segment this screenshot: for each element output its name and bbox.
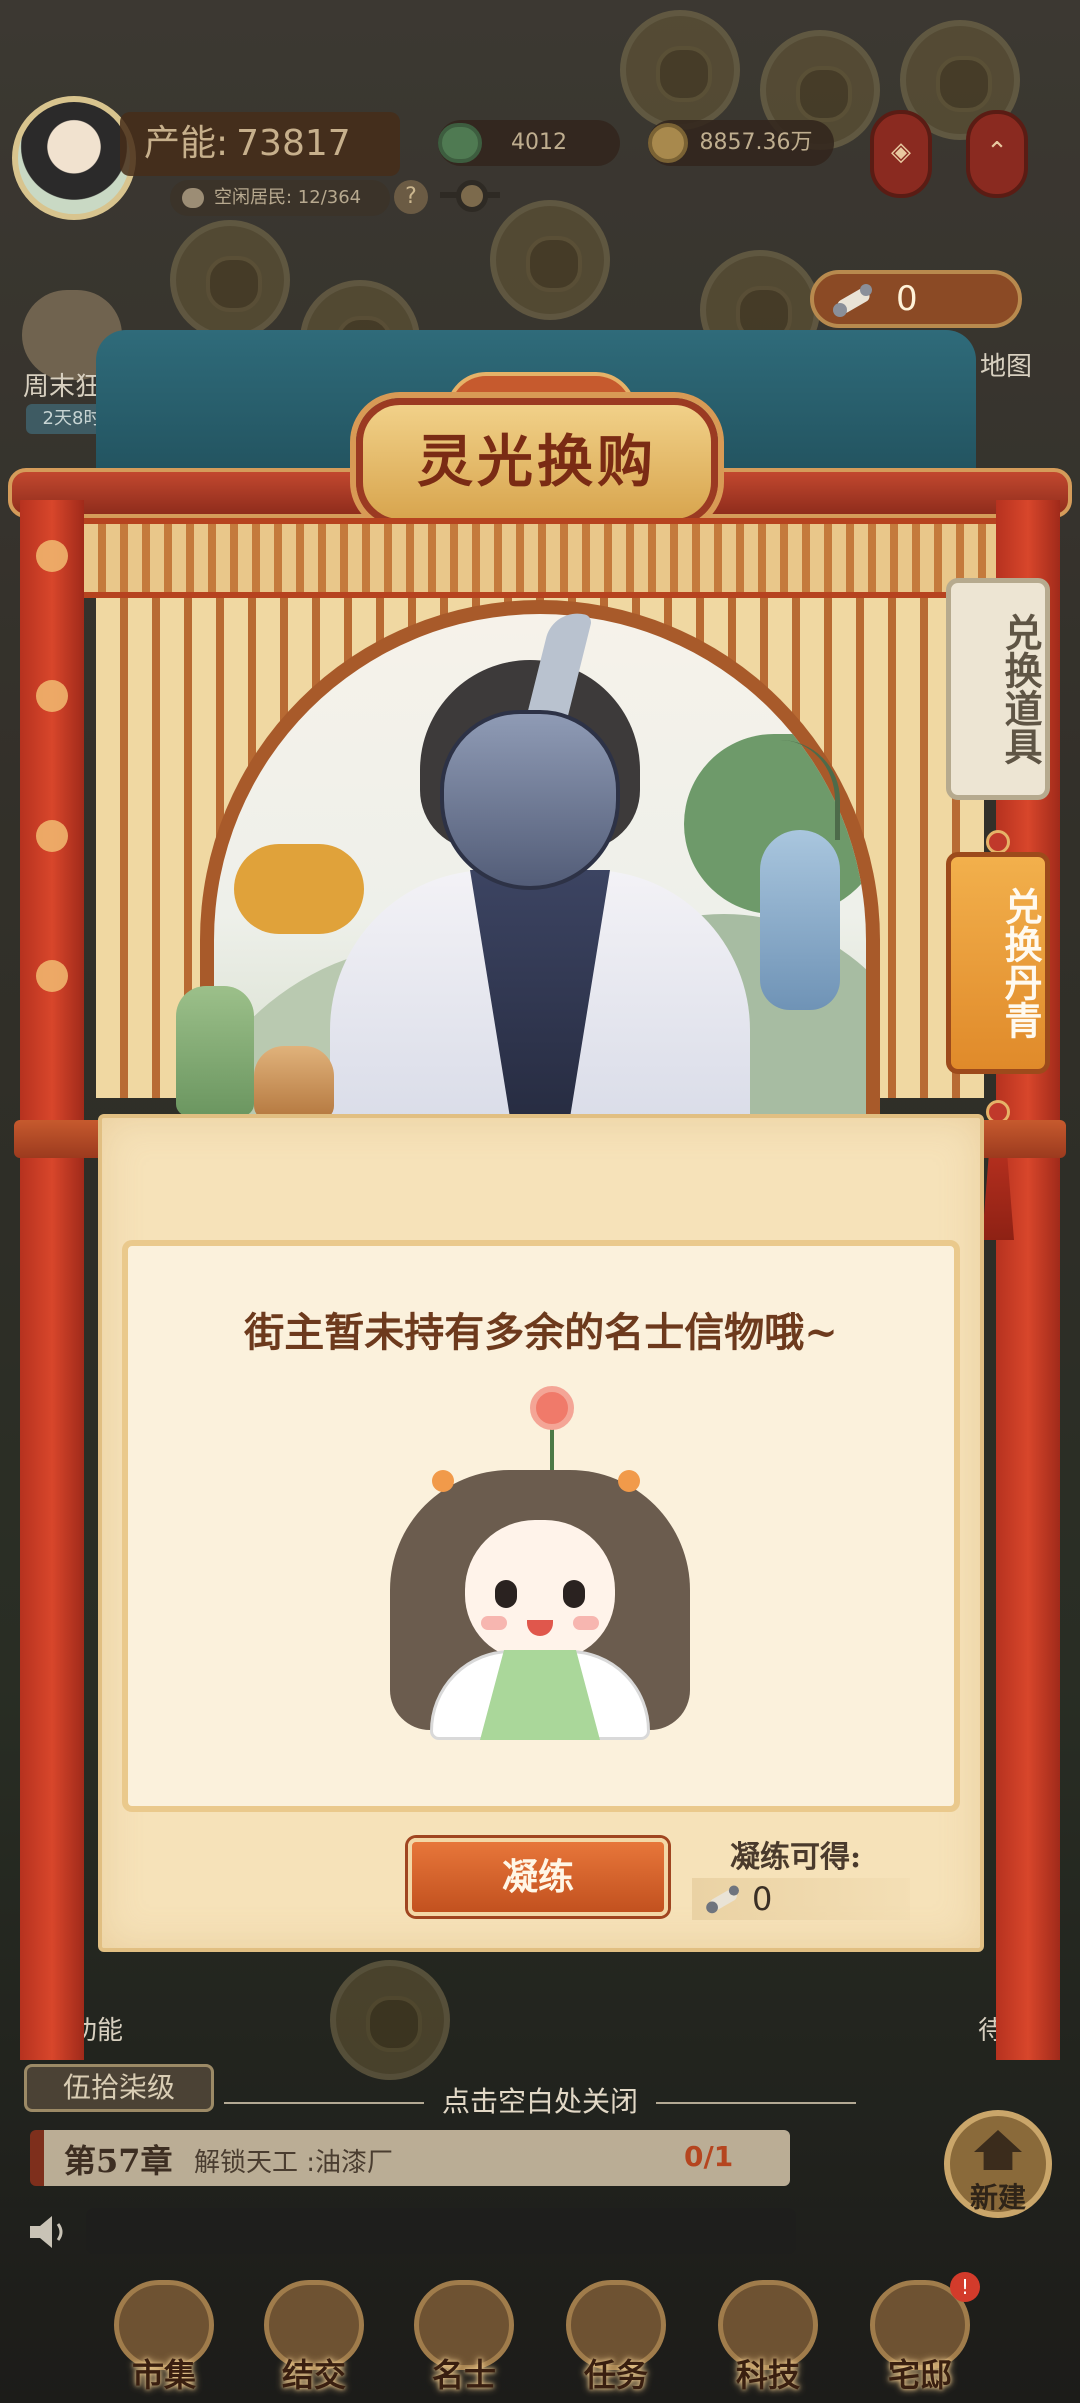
nav-scholars[interactable]: 名士: [400, 2270, 528, 2400]
yield-amount: 0: [692, 1878, 910, 1920]
vase-icon: [760, 830, 840, 1010]
lantern-button-left[interactable]: ◈: [870, 110, 932, 198]
energy-value: 73817: [236, 123, 351, 164]
close-hint-text: 点击空白处关闭: [441, 2085, 638, 2118]
scroll-icon: [706, 1885, 739, 1914]
jade-value: 4012: [511, 130, 567, 155]
chapter-number: 第57章: [64, 2142, 173, 2180]
speaker-icon[interactable]: [26, 2214, 70, 2250]
residents-text: 空闲居民: 12/364: [214, 187, 362, 208]
coin-icon: [648, 123, 688, 163]
masked-scholar-illustration: [290, 606, 840, 1130]
lattice-top: [84, 518, 996, 598]
jade-icon: [438, 123, 482, 163]
build-button[interactable]: 新建: [944, 2110, 1052, 2218]
nav-market[interactable]: 市集: [100, 2270, 228, 2400]
alert-badge: !: [950, 2272, 980, 2302]
scroll-item-counter: 0: [810, 270, 1022, 328]
mask-icon: [440, 710, 620, 890]
build-label: 新建: [969, 2181, 1026, 2214]
yield-value: 0: [752, 1880, 773, 1918]
empty-message: 街主暂未持有多余的名士信物哦~: [244, 1309, 838, 1356]
energy-panel: 产能: 73817: [120, 112, 400, 176]
coin-value: 8857.36万: [699, 130, 813, 155]
tab-exchange-painting[interactable]: 兑换丹青: [946, 852, 1050, 1074]
chapter-task: 解锁天工 :油漆厂: [194, 2148, 394, 2178]
nav-befriend[interactable]: 结交: [250, 2270, 378, 2400]
brown-jar-icon: [254, 1046, 334, 1120]
modal-title: 灵光换购: [417, 429, 657, 495]
nav-tech[interactable]: 科技: [704, 2270, 832, 2400]
jade-currency[interactable]: 4012: [438, 120, 620, 166]
player-avatar[interactable]: [12, 96, 136, 220]
resident-icon: [182, 188, 204, 208]
chapter-progress: 0/1: [684, 2140, 734, 2173]
scroll-icon: [833, 284, 872, 317]
nav-tasks[interactable]: 任务: [552, 2270, 680, 2400]
bottom-nav: 市集 结交 名士 任务 科技 宅邸!: [0, 2270, 1080, 2403]
help-icon[interactable]: ?: [394, 180, 428, 214]
cart-icon[interactable]: [440, 170, 500, 220]
coin-currency[interactable]: 8857.36万: [648, 120, 834, 166]
tab-knob: [986, 830, 1010, 854]
chibi-mascot: [370, 1380, 710, 1740]
yield-label: 凝练可得:: [730, 1840, 862, 1875]
refine-button[interactable]: 凝练: [408, 1838, 668, 1916]
chapter-bar[interactable]: 第57章 解锁天工 :油漆厂 0/1: [30, 2130, 790, 2186]
house-icon: [974, 2130, 1022, 2170]
green-jar-icon: [176, 986, 254, 1116]
scroll-count: 0: [896, 279, 918, 319]
message-bar[interactable]: [86, 2208, 796, 2254]
left-pillar: [20, 500, 84, 2060]
nav-mansion[interactable]: 宅邸!: [856, 2270, 984, 2400]
close-hint[interactable]: 点击空白处关闭: [0, 2080, 1080, 2124]
idle-residents: 空闲居民: 12/364: [170, 180, 390, 216]
energy-label: 产能:: [144, 123, 229, 164]
tab-exchange-props[interactable]: 兑换道具: [946, 578, 1050, 800]
lantern-button-right[interactable]: ⌃: [966, 110, 1028, 198]
